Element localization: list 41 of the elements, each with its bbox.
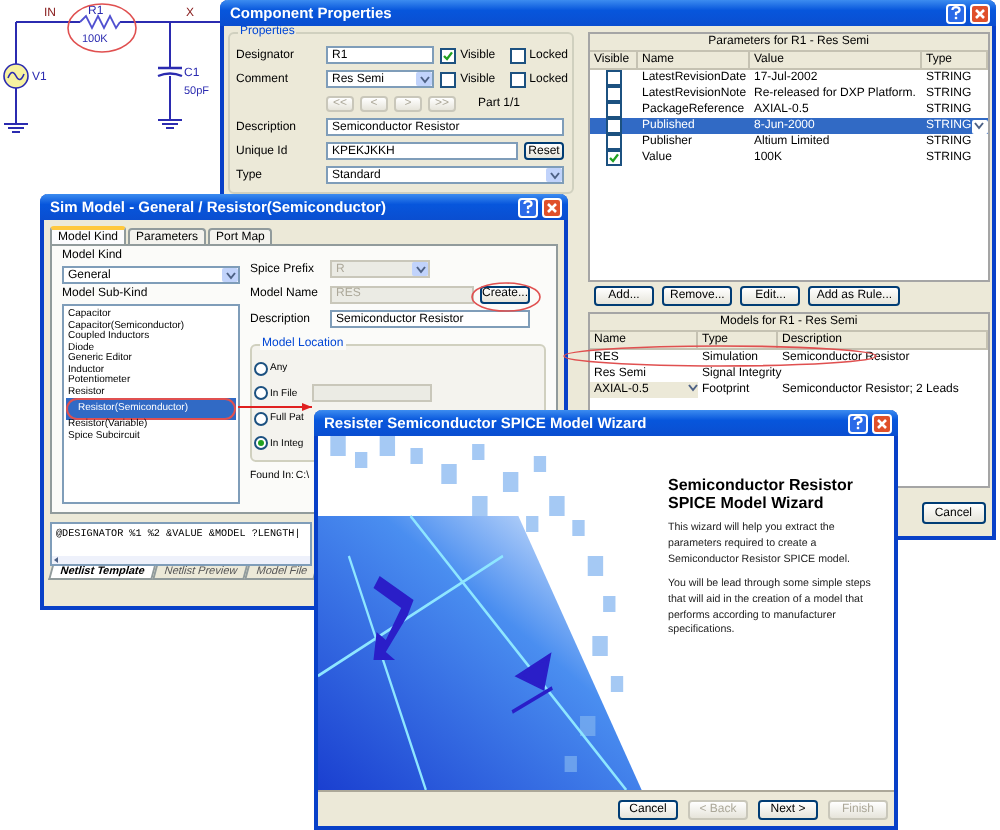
ground-symbol [157, 111, 183, 129]
radio-button[interactable] [254, 361, 268, 376]
checkbox[interactable] [440, 71, 457, 88]
close-icon [546, 201, 558, 213]
help-button[interactable] [518, 197, 538, 217]
help-button[interactable] [848, 413, 868, 433]
radio-button[interactable] [254, 411, 268, 426]
voltage-source-symbol [3, 63, 29, 89]
close-button[interactable] [970, 3, 990, 23]
close-button[interactable] [542, 197, 562, 217]
radio-button[interactable] [254, 436, 268, 451]
capacitor-symbol [156, 66, 184, 78]
checkbox[interactable] [606, 150, 622, 166]
help-icon [852, 416, 864, 430]
checkbox[interactable] [440, 47, 457, 64]
wizard-heading: Semiconductor Resistor SPICE Model Wizard [668, 476, 855, 513]
radio-button[interactable] [254, 386, 268, 401]
checkbox[interactable] [606, 70, 622, 86]
highlight-ellipse [67, 3, 137, 53]
checkbox[interactable] [509, 47, 526, 64]
highlight-ellipse [471, 282, 541, 312]
annotation-arrow [237, 403, 313, 411]
dropdown-arrow-icon [412, 262, 428, 277]
close-button[interactable] [872, 413, 892, 433]
close-icon [974, 7, 986, 19]
checkbox[interactable] [606, 134, 622, 150]
file-path-field[interactable] [311, 384, 432, 403]
resistor-symbol [79, 14, 121, 30]
dropdown-arrow-icon [546, 168, 562, 183]
checkbox[interactable] [509, 71, 526, 88]
checkbox[interactable] [606, 86, 622, 102]
help-icon [950, 6, 962, 20]
ground-symbol [3, 115, 29, 133]
checkbox[interactable] [606, 102, 622, 118]
dropdown-arrow-icon[interactable] [971, 119, 988, 133]
checkbox[interactable] [606, 118, 622, 134]
help-icon [522, 200, 534, 214]
close-icon [876, 417, 888, 429]
dropdown-arrow-icon [222, 268, 238, 282]
help-button[interactable] [946, 3, 966, 23]
dropdown-arrow-icon [416, 72, 433, 87]
